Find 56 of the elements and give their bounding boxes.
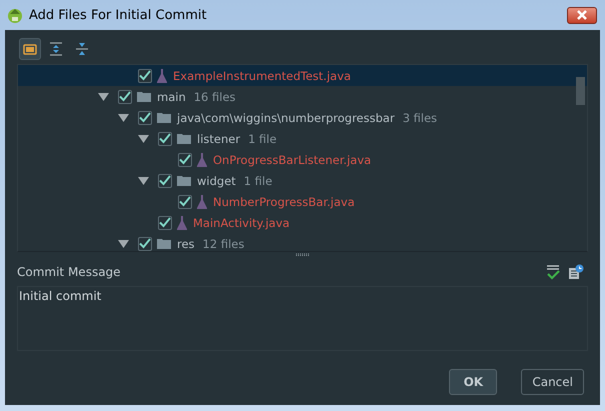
tree-row[interactable]: res 12 files	[18, 233, 587, 251]
checkbox[interactable]	[178, 152, 192, 166]
file-count: 1 file	[248, 132, 277, 146]
tree-row[interactable]: widget 1 file	[18, 170, 587, 191]
checkbox[interactable]	[158, 174, 172, 188]
ok-button[interactable]: OK	[449, 369, 498, 395]
checkbox[interactable]	[158, 132, 172, 146]
checkbox[interactable]	[138, 236, 152, 250]
file-count: 3 files	[402, 110, 438, 124]
tree-row[interactable]: listener 1 file	[18, 128, 587, 149]
checkbox[interactable]	[118, 90, 132, 104]
file-count: 1 file	[244, 174, 272, 188]
folder-name: main	[157, 90, 186, 104]
tree-row[interactable]: java\com\wiggins\numberprogressbar 3 files	[18, 107, 587, 128]
flask-icon	[197, 194, 207, 208]
close-icon	[576, 10, 588, 20]
checkbox[interactable]	[138, 68, 152, 82]
expand-arrow-icon[interactable]	[118, 240, 129, 248]
file-name: OnProgressBarListener.java	[213, 152, 372, 166]
cancel-button[interactable]: Cancel	[521, 369, 584, 395]
flask-icon	[157, 68, 167, 82]
folder-icon	[157, 112, 171, 123]
folder-name: res	[177, 236, 195, 250]
folder-icon	[177, 133, 191, 144]
history-icon[interactable]	[568, 264, 584, 280]
tree-row[interactable]: main 16 files	[18, 86, 587, 107]
expand-arrow-icon[interactable]	[138, 134, 149, 142]
file-count: 12 files	[202, 236, 244, 250]
file-name: ExampleInstrumentedTest.java	[173, 68, 351, 82]
expand-arrow-icon[interactable]	[118, 114, 129, 122]
folder-name: java\com\wiggins\numberprogressbar	[177, 110, 395, 124]
file-name: NumberProgressBar.java	[213, 194, 355, 208]
spellcheck-icon[interactable]	[546, 264, 560, 280]
splitter-grip-icon[interactable]	[296, 253, 309, 256]
checkbox[interactable]	[138, 110, 152, 124]
folder-icon	[137, 91, 151, 102]
tree-row[interactable]: ExampleInstrumentedTest.java	[18, 65, 587, 86]
group-icon[interactable]	[19, 38, 41, 60]
checkbox[interactable]	[158, 216, 172, 230]
window-title: Add Files For Initial Commit	[29, 8, 208, 22]
expand-arrow-icon[interactable]	[138, 176, 149, 184]
folder-name: listener	[197, 132, 240, 146]
folder-icon	[157, 238, 171, 249]
close-button[interactable]	[567, 6, 597, 24]
folder-name: widget	[197, 174, 236, 188]
commit-message-field[interactable]: Initial commit	[17, 286, 588, 351]
commit-message-label: Commit Message	[17, 265, 121, 279]
expand-arrow-icon[interactable]	[98, 92, 109, 100]
flask-icon	[197, 152, 207, 166]
flask-icon	[177, 216, 187, 230]
file-count: 16 files	[194, 90, 236, 104]
scrollbar[interactable]	[576, 77, 585, 105]
android-icon	[7, 7, 23, 23]
checkbox[interactable]	[178, 194, 192, 208]
folder-icon	[177, 175, 191, 186]
file-name: MainActivity.java	[193, 216, 290, 230]
